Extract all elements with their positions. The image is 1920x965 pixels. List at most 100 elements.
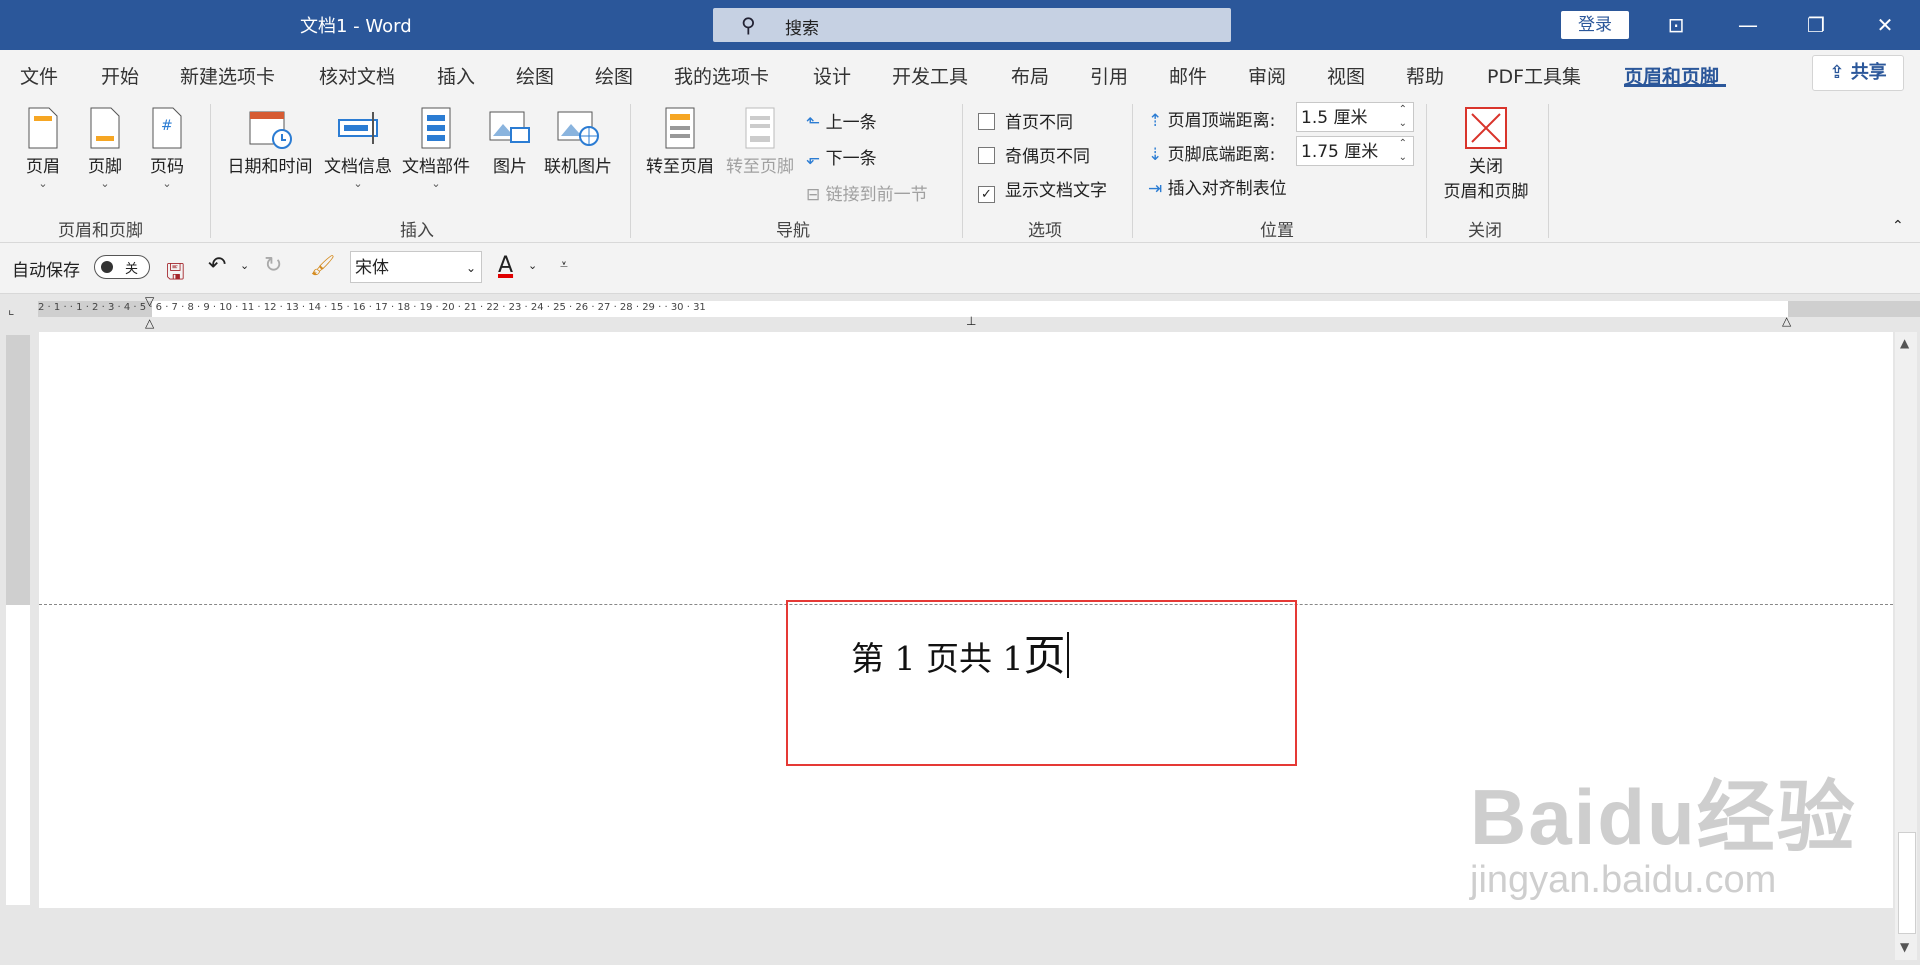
undo-icon[interactable]: ↶	[208, 253, 226, 278]
autosave-toggle[interactable]: 关	[94, 255, 150, 279]
header-icon	[28, 107, 58, 149]
footer-bottom-spinner[interactable]: 1.75 厘米 ⌃ ⌄	[1296, 136, 1414, 166]
header-top-label: 页眉顶端距离:	[1167, 111, 1276, 131]
redo-icon[interactable]: ↻	[264, 253, 282, 278]
show-document-text-checkbox[interactable]: ✓ 显示文档文字	[978, 176, 1107, 203]
spinner-arrows-icon[interactable]: ⌃ ⌄	[1399, 103, 1407, 131]
doc-info-label: 文档信息	[324, 157, 392, 177]
share-button[interactable]: ⇪ 共享	[1812, 55, 1904, 91]
scroll-down-icon[interactable]: ▼	[1900, 940, 1909, 954]
header-top-distance-label-row: ⇡ 页眉顶端距离:	[1148, 106, 1275, 131]
quick-access-toolbar: 自动保存 关 🖫 ↶ ⌄ ↻ 🖌 宋体 ⌄ A ⌄ ⩡	[0, 243, 1920, 294]
share-label: 共享	[1850, 62, 1887, 83]
search-placeholder: 搜索	[785, 19, 819, 39]
footer-button[interactable]: 页脚 ⌄	[82, 106, 128, 190]
doc-info-button[interactable]: 文档信息 ⌄	[320, 106, 396, 190]
search-box[interactable]: ⚲ 搜索	[713, 8, 1231, 42]
scroll-thumb[interactable]	[1898, 832, 1916, 934]
vertical-scrollbar[interactable]: ▲ ▼	[1895, 332, 1917, 960]
watermark-logo-text: Baidu经验	[1470, 773, 1857, 861]
tab-design[interactable]: 设计	[813, 62, 851, 89]
scroll-up-icon[interactable]: ▲	[1900, 336, 1909, 350]
checkbox-box[interactable]	[978, 113, 995, 130]
link-to-previous-button[interactable]: ⊟ 链接到前一节	[806, 180, 928, 205]
close-header-footer-button[interactable]: 关闭 页眉和页脚	[1436, 106, 1536, 202]
title-bar: 文档1 - Word ⚲ 搜索 登录 ⊡ — ❐ ✕	[0, 0, 1920, 50]
tab-selector-icon[interactable]: ⌞	[8, 302, 15, 318]
tab-help[interactable]: 帮助	[1406, 62, 1444, 89]
quick-parts-icon	[421, 107, 451, 149]
tab-pdf[interactable]: PDF工具集	[1487, 62, 1581, 89]
tab-proofing[interactable]: 核对文档	[319, 62, 395, 89]
alignment-tab-icon: ⇥	[1148, 179, 1163, 199]
previous-button[interactable]: ⬑ 上一条	[806, 108, 877, 133]
toggle-knob	[101, 261, 113, 273]
footer-bottom-icon: ⇣	[1148, 145, 1163, 165]
chevron-down-icon: ⌄	[353, 177, 363, 190]
restore-icon[interactable]: ❐	[1786, 0, 1846, 50]
pictures-button[interactable]: 图片	[482, 106, 538, 177]
link-icon: ⊟	[806, 185, 821, 205]
tab-mailings[interactable]: 邮件	[1169, 62, 1207, 89]
tab-view[interactable]: 视图	[1327, 62, 1365, 89]
undo-dropdown-icon[interactable]: ⌄	[240, 259, 249, 272]
date-time-button[interactable]: 日期和时间	[224, 106, 316, 177]
tab-layout[interactable]: 布局	[1011, 62, 1049, 89]
previous-label: 上一条	[825, 113, 877, 133]
insert-alignment-tab-label: 插入对齐制表位	[1167, 179, 1287, 199]
header-label: 页眉	[26, 157, 60, 177]
header-button[interactable]: 页眉 ⌄	[20, 106, 66, 190]
close-window-icon[interactable]: ✕	[1855, 0, 1915, 50]
group-label-position: 位置	[1260, 221, 1294, 241]
font-color-dropdown-icon[interactable]: ⌄	[528, 259, 537, 272]
online-pictures-button[interactable]: 联机图片	[540, 106, 616, 177]
tab-my[interactable]: 我的选项卡	[674, 62, 769, 89]
first-line-indent-marker-icon[interactable]: ▽	[145, 294, 154, 308]
header-top-spinner[interactable]: 1.5 厘米 ⌃ ⌄	[1296, 102, 1414, 132]
first-page-different-checkbox[interactable]: 首页不同	[978, 108, 1073, 133]
format-painter-icon[interactable]: 🖌	[310, 253, 335, 277]
font-select[interactable]: 宋体 ⌄	[350, 251, 482, 283]
goto-header-label: 转至页眉	[646, 157, 714, 177]
login-button[interactable]: 登录	[1561, 11, 1629, 39]
next-button[interactable]: ⬐ 下一条	[806, 144, 877, 169]
tab-home[interactable]: 开始	[101, 62, 139, 89]
checkmark-icon[interactable]: ✓	[978, 186, 995, 203]
font-name: 宋体	[355, 258, 389, 278]
tab-file[interactable]: 文件	[20, 62, 58, 89]
tab-insert[interactable]: 插入	[437, 62, 475, 89]
save-icon[interactable]: 🖫	[166, 255, 185, 293]
footer-bottom-distance-label-row: ⇣ 页脚底端距离:	[1148, 140, 1275, 165]
font-color-icon[interactable]: A	[498, 253, 513, 278]
group-separator	[962, 104, 963, 238]
checkbox-box[interactable]	[978, 147, 995, 164]
ruler-right-margin	[1788, 301, 1920, 317]
baidu-watermark: Baidu经验 jingyan.baidu.com	[1470, 755, 1857, 902]
goto-footer-button[interactable]: 转至页脚	[722, 106, 798, 177]
tab-references[interactable]: 引用	[1090, 62, 1128, 89]
page-number-button[interactable]: # 页码 ⌄	[144, 106, 190, 190]
quick-parts-button[interactable]: 文档部件 ⌄	[398, 106, 474, 190]
ribbon-display-options-icon[interactable]: ⊡	[1646, 0, 1706, 50]
tab-draw-1[interactable]: 绘图	[516, 62, 554, 89]
goto-footer-icon	[745, 107, 775, 149]
odd-even-different-checkbox[interactable]: 奇偶页不同	[978, 142, 1090, 167]
tab-draw-2[interactable]: 绘图	[595, 62, 633, 89]
header-page-number-text[interactable]: 第 1 页共 1页	[851, 622, 1070, 683]
tab-review[interactable]: 审阅	[1248, 62, 1286, 89]
tab-developer[interactable]: 开发工具	[892, 62, 968, 89]
hanging-indent-marker-icon[interactable]: △	[145, 316, 154, 330]
footer-icon	[90, 107, 120, 149]
center-tab-marker-icon[interactable]: ⊥	[966, 314, 976, 328]
goto-header-button[interactable]: 转至页眉	[642, 106, 718, 177]
tab-new[interactable]: 新建选项卡	[180, 62, 275, 89]
horizontal-scrollbar[interactable]	[0, 950, 1895, 965]
spinner-arrows-icon[interactable]: ⌃ ⌄	[1399, 137, 1407, 165]
collapse-ribbon-icon[interactable]: ⌃	[1892, 218, 1904, 234]
right-indent-marker-icon[interactable]: △	[1782, 314, 1791, 328]
insert-alignment-tab-button[interactable]: ⇥ 插入对齐制表位	[1148, 174, 1287, 199]
group-separator	[1132, 104, 1133, 238]
online-pictures-label: 联机图片	[544, 157, 612, 177]
minimize-icon[interactable]: —	[1718, 0, 1778, 50]
customize-toolbar-icon[interactable]: ⩡	[560, 257, 568, 273]
